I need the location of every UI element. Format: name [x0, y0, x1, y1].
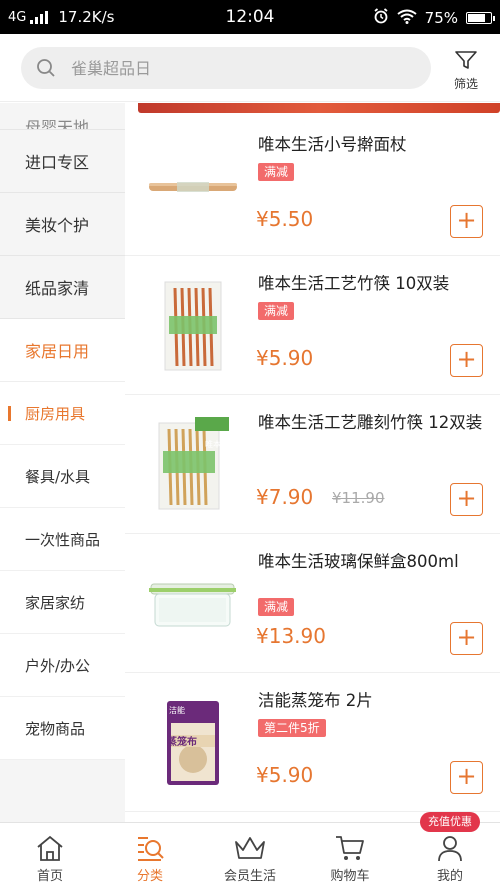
- product-price: ¥5.90: [256, 346, 314, 370]
- tab-category[interactable]: 分类: [100, 823, 200, 888]
- add-to-cart-button[interactable]: +: [450, 205, 483, 238]
- chopsticks-image: [145, 278, 240, 373]
- steamer-cloth-image: 洁能 蒸笼布: [145, 695, 240, 790]
- tab-home[interactable]: 首页: [0, 823, 100, 888]
- brand-logo: 洁能: [169, 706, 185, 715]
- product-price: ¥13.90: [256, 624, 326, 648]
- cart-icon: [336, 836, 364, 860]
- brand-sticker: 唯本生活: [205, 440, 237, 449]
- sidebar-category-partial[interactable]: 母婴天地: [0, 103, 125, 130]
- search-header: 筛选: [0, 34, 500, 102]
- product-title[interactable]: 唯本生活小号擀面杖: [258, 133, 483, 157]
- tab-cart[interactable]: 购物车: [300, 823, 400, 888]
- carved-chopsticks-image: 唯本生活: [145, 417, 240, 512]
- promo-banner-edge[interactable]: [138, 103, 500, 113]
- status-bar: 4G 17.2K/s 12:04 75%: [0, 0, 500, 34]
- add-to-cart-button[interactable]: +: [450, 344, 483, 377]
- subcategory-outdoor-office[interactable]: 户外/办公: [0, 634, 125, 697]
- glass-container-image: [145, 556, 240, 651]
- product-list: 唯本生活小号擀面杖 满减 ¥5.50 + 唯本生活工艺竹筷 10双装 满减 ¥5…: [125, 103, 500, 822]
- crown-icon: [235, 837, 265, 859]
- filter-label: 筛选: [453, 77, 478, 91]
- search-bar[interactable]: [21, 47, 431, 89]
- tab-home-label: 首页: [36, 869, 63, 884]
- subcategory-pets[interactable]: 宠物商品: [0, 697, 125, 760]
- search-icon: [37, 59, 55, 77]
- product-card[interactable]: 唯本生活玻璃保鲜盒800ml 满减 ¥13.90 +: [125, 534, 500, 673]
- product-price: ¥5.90: [256, 763, 314, 787]
- product-card[interactable]: 唯本生活小号擀面杖 满减 ¥5.50 +: [125, 117, 500, 256]
- recharge-promo-badge[interactable]: 充值优惠: [420, 812, 480, 832]
- tab-cart-label: 购物车: [330, 869, 370, 884]
- add-to-cart-button[interactable]: +: [450, 483, 483, 516]
- promo-tag: 满减: [258, 302, 295, 320]
- sidebar-category-home[interactable]: 家居日用: [0, 319, 125, 382]
- tab-profile[interactable]: 我的: [400, 823, 500, 888]
- tab-category-label: 分类: [136, 869, 163, 884]
- add-to-cart-button[interactable]: +: [450, 622, 483, 655]
- product-title[interactable]: 唯本生活工艺竹筷 10双装: [258, 272, 483, 296]
- tab-profile-label: 我的: [436, 869, 463, 884]
- promo-tag: 满减: [258, 163, 295, 181]
- tab-member-label: 会员生活: [223, 869, 276, 884]
- original-price: ¥11.90: [332, 489, 385, 507]
- filter-button[interactable]: 筛选: [446, 50, 486, 91]
- battery-percent: 75%: [424, 9, 458, 27]
- package-label: 蒸笼布: [167, 737, 197, 748]
- subcategory-disposable[interactable]: 一次性商品: [0, 508, 125, 571]
- subcategory-list: 厨房用具 餐具/水具 一次性商品 家居家纺 户外/办公 宠物商品: [0, 382, 125, 760]
- rolling-pin-image: [145, 139, 240, 234]
- product-title[interactable]: 唯本生活玻璃保鲜盒800ml: [258, 550, 483, 574]
- battery-icon: [466, 12, 495, 24]
- tab-member[interactable]: 会员生活: [200, 823, 300, 888]
- sidebar-category-beauty[interactable]: 美妆个护: [0, 193, 125, 256]
- product-card[interactable]: 唯本生活 唯本生活工艺雕刻竹筷 12双装 ¥7.90 ¥11.90 +: [125, 395, 500, 534]
- subcategory-kitchen[interactable]: 厨房用具: [0, 382, 125, 445]
- sidebar-category-imports[interactable]: 进口专区: [0, 130, 125, 193]
- sidebar-category-paper-cleaning[interactable]: 纸品家清: [0, 256, 125, 319]
- product-price: ¥5.50: [256, 207, 314, 231]
- add-to-cart-button[interactable]: +: [450, 761, 483, 794]
- promo-tag: 第二件5折: [258, 719, 326, 737]
- product-card[interactable]: 唯本生活工艺竹筷 10双装 满减 ¥5.90 +: [125, 256, 500, 395]
- bottom-tab-bar: 首页 分类 会员生活 购物车 我的: [0, 822, 500, 888]
- category-sidebar: 母婴天地 进口专区 美妆个护 纸品家清 家居日用 厨房用具 餐具/水具 一次性商…: [0, 103, 125, 822]
- wifi-icon: [397, 9, 417, 28]
- subcategory-tableware[interactable]: 餐具/水具: [0, 445, 125, 508]
- promo-tag: 满减: [258, 598, 295, 616]
- home-icon: [37, 835, 63, 861]
- search-input[interactable]: [71, 47, 411, 89]
- funnel-icon: [455, 51, 477, 69]
- product-title[interactable]: 唯本生活工艺雕刻竹筷 12双装: [258, 411, 483, 435]
- user-icon: [438, 836, 462, 862]
- product-price: ¥7.90: [256, 485, 314, 509]
- subcategory-home-textiles[interactable]: 家居家纺: [0, 571, 125, 634]
- category-search-icon: [138, 837, 164, 861]
- product-card[interactable]: 洁能 蒸笼布 洁能蒸笼布 2片 第二件5折 ¥5.90 +: [125, 673, 500, 812]
- product-title[interactable]: 洁能蒸笼布 2片: [258, 689, 483, 713]
- alarm-icon: [373, 8, 389, 28]
